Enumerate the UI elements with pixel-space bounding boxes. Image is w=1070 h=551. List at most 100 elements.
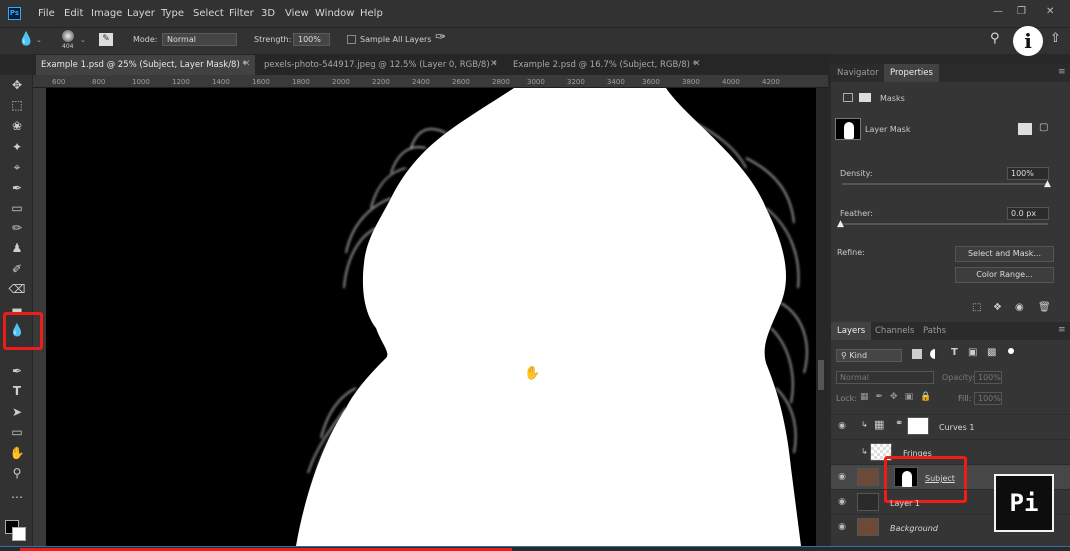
menu-layer[interactable]: Layer — [127, 0, 155, 27]
background-color-swatch[interactable] — [12, 527, 26, 541]
marquee-tool-icon[interactable]: ⬚ — [8, 96, 26, 114]
apply-mask-icon[interactable]: ❖ — [993, 302, 1002, 313]
close-icon[interactable]: ✕ — [1046, 6, 1054, 17]
eyedropper-tool-icon[interactable]: ✒ — [8, 179, 26, 197]
brush-preview-icon[interactable] — [62, 30, 74, 42]
chevron-down-icon[interactable]: ⌄ — [36, 36, 42, 44]
eye-icon[interactable]: ◉ — [835, 421, 849, 431]
menu-type[interactable]: Type — [161, 0, 184, 27]
layer-name[interactable]: Background — [890, 524, 938, 533]
vertical-scrollbar[interactable] — [818, 360, 824, 390]
crop-tool-icon[interactable]: ⌖ — [8, 158, 26, 176]
filter-adjustment-icon[interactable] — [930, 349, 940, 359]
tab-example1[interactable]: Example 1.psd @ 25% (Subject, Layer Mask… — [41, 55, 247, 75]
minimize-icon[interactable]: — — [993, 6, 1003, 17]
tab-properties[interactable]: Properties — [884, 64, 939, 82]
lock-icons[interactable]: ▦✒✥▣🔒 — [860, 392, 938, 402]
blur-tool-preset-icon[interactable]: 💧 — [18, 32, 34, 47]
load-selection-icon[interactable]: ⬚ — [972, 302, 981, 313]
clone-stamp-tool-icon[interactable]: ♟ — [8, 239, 26, 257]
layer-thumbnail[interactable] — [857, 468, 879, 486]
tab-layers[interactable]: Layers — [831, 322, 872, 340]
menu-view[interactable]: View — [285, 0, 309, 27]
menu-filter[interactable]: Filter — [229, 0, 254, 27]
layer-filter-kind[interactable]: ⚲ Kind — [836, 349, 902, 362]
ruler-tick: 800 — [92, 78, 106, 86]
brush-settings-icon[interactable]: ✎ — [99, 33, 113, 46]
fill-input[interactable]: 100% — [974, 392, 1002, 405]
filter-smart-icon[interactable]: ▩ — [987, 347, 996, 358]
strength-input[interactable]: 100% — [293, 33, 330, 46]
select-pixel-mask-icon[interactable] — [1018, 123, 1032, 135]
ruler-tick: 1400 — [212, 78, 230, 86]
layers-menu-icon[interactable]: ≡ — [1058, 325, 1066, 335]
menu-file[interactable]: File — [38, 0, 55, 27]
opacity-input[interactable]: 100% — [974, 371, 1002, 384]
tab-close-icon[interactable]: ✕ — [693, 59, 701, 69]
layer-name[interactable]: Layer 1 — [890, 499, 920, 508]
eye-icon[interactable]: ◉ — [835, 472, 849, 482]
eye-icon[interactable]: ◉ — [835, 522, 849, 532]
select-and-mask-button[interactable]: Select and Mask... — [955, 246, 1054, 262]
history-brush-tool-icon[interactable]: ✐ — [8, 260, 26, 278]
lasso-tool-icon[interactable]: ❀ — [8, 117, 26, 135]
zoom-tool-icon[interactable]: ⚲ — [8, 464, 26, 482]
tab-channels[interactable]: Channels — [875, 322, 914, 340]
density-input[interactable]: 100% — [1007, 167, 1049, 180]
tab-pexels[interactable]: pexels-photo-544917.jpeg @ 12.5% (Layer … — [264, 55, 497, 75]
hand-tool-icon[interactable]: ✋ — [8, 444, 26, 462]
color-range-button[interactable]: Color Range... — [955, 267, 1054, 283]
sample-all-layers-checkbox[interactable] — [347, 35, 356, 44]
tab-close-icon[interactable]: ✕ — [243, 59, 251, 69]
search-icon[interactable]: ⚲ — [990, 31, 1000, 46]
lock-label: Lock: — [836, 394, 857, 403]
add-vector-mask-icon[interactable]: ▢ — [1039, 122, 1048, 133]
blend-mode-select[interactable]: Normal — [836, 371, 934, 384]
filter-pixel-icon[interactable] — [912, 349, 922, 359]
mode-select[interactable]: Normal — [162, 33, 237, 46]
type-tool-icon[interactable]: T — [8, 382, 26, 400]
feather-slider-handle[interactable]: ▲ — [837, 219, 844, 229]
delete-mask-icon[interactable]: 🗑 — [1038, 302, 1051, 313]
rectangle-tool-icon[interactable]: ▭ — [8, 423, 26, 441]
document-canvas[interactable]: ✋ — [46, 88, 816, 546]
layer-thumbnail[interactable] — [857, 518, 879, 536]
density-slider[interactable] — [842, 183, 1048, 185]
feather-input[interactable]: 0.0 px — [1007, 207, 1049, 220]
tab-close-icon[interactable]: ✕ — [490, 59, 498, 69]
quick-select-tool-icon[interactable]: ✦ — [8, 138, 26, 156]
tab-example2[interactable]: Example 2.psd @ 16.7% (Subject, RGB/8) * — [513, 55, 697, 75]
path-select-tool-icon[interactable]: ➤ — [8, 403, 26, 421]
move-tool-icon[interactable]: ✥ — [8, 76, 26, 94]
pressure-icon[interactable]: ✑ — [435, 30, 446, 45]
restore-icon[interactable]: ❐ — [1017, 6, 1026, 17]
filter-toggle-icon[interactable] — [1008, 348, 1014, 354]
layer-mask-thumbnail[interactable] — [907, 417, 929, 435]
eye-icon[interactable]: ◉ — [835, 497, 849, 507]
panel-menu-icon[interactable]: ≡ — [1058, 67, 1066, 77]
info-button[interactable]: i — [1013, 26, 1043, 56]
filter-type-icon[interactable]: T — [951, 347, 958, 358]
layer-thumbnail[interactable] — [857, 493, 879, 511]
brush-tool-icon[interactable]: ✏ — [8, 219, 26, 237]
filter-shape-icon[interactable]: ▣ — [968, 347, 977, 358]
density-slider-handle[interactable]: ▲ — [1044, 179, 1051, 189]
eraser-tool-icon[interactable]: ⌫ — [8, 280, 26, 298]
feather-slider[interactable] — [842, 223, 1048, 225]
menu-3d[interactable]: 3D — [261, 0, 275, 27]
ruler-tick: 600 — [52, 78, 66, 86]
menu-select[interactable]: Select — [193, 0, 224, 27]
tab-navigator[interactable]: Navigator — [837, 64, 879, 82]
visibility-eye-icon[interactable]: ◉ — [1015, 302, 1024, 313]
healing-brush-tool-icon[interactable]: ▭ — [8, 199, 26, 217]
layer-name[interactable]: Curves 1 — [939, 423, 974, 432]
more-tools-icon[interactable]: … — [8, 485, 26, 503]
menu-edit[interactable]: Edit — [64, 0, 83, 27]
share-icon[interactable]: ⇧ — [1050, 31, 1061, 46]
menu-help[interactable]: Help — [360, 0, 383, 27]
brush-chevron-icon[interactable]: ⌄ — [80, 36, 86, 44]
tab-paths[interactable]: Paths — [923, 322, 946, 340]
pen-tool-icon[interactable]: ✒ — [8, 362, 26, 380]
menu-window[interactable]: Window — [315, 0, 354, 27]
menu-image[interactable]: Image — [91, 0, 122, 27]
